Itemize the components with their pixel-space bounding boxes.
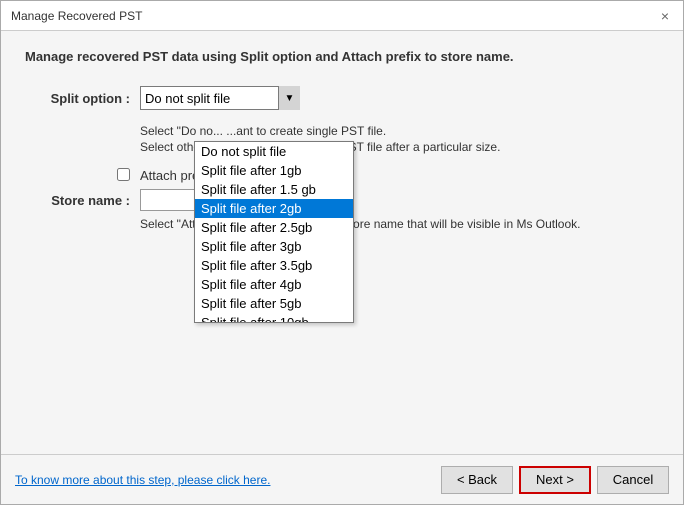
attach-prefix-checkbox[interactable]	[117, 168, 130, 181]
dropdown-item-9[interactable]: Split file after 10gb	[195, 313, 353, 322]
dialog-content: Manage recovered PST data using Split op…	[1, 31, 683, 454]
dropdown-item-8[interactable]: Split file after 5gb	[195, 294, 353, 313]
dialog: Manage Recovered PST × Manage recovered …	[0, 0, 684, 505]
next-button[interactable]: Next >	[519, 466, 591, 494]
split-option-row: Split option : ▼	[25, 86, 659, 110]
footer-buttons: < Back Next > Cancel	[441, 466, 669, 494]
dropdown-item-5[interactable]: Split file after 3gb	[195, 237, 353, 256]
close-button[interactable]: ×	[657, 8, 673, 24]
dropdown-item-0[interactable]: Do not split file	[195, 142, 353, 161]
dropdown-item-7[interactable]: Split file after 4gb	[195, 275, 353, 294]
cancel-button[interactable]: Cancel	[597, 466, 669, 494]
dropdown-scroll-area[interactable]: Do not split file Split file after 1gb S…	[195, 142, 353, 322]
dropdown-item-3[interactable]: Split file after 2gb	[195, 199, 353, 218]
attach-checkbox-wrap	[25, 168, 140, 181]
dialog-title: Manage Recovered PST	[11, 9, 142, 23]
split-select-input[interactable]	[140, 86, 300, 110]
footer: To know more about this step, please cli…	[1, 454, 683, 504]
back-button[interactable]: < Back	[441, 466, 513, 494]
split-dropdown: Do not split file Split file after 1gb S…	[194, 141, 354, 323]
dropdown-item-2[interactable]: Split file after 1.5 gb	[195, 180, 353, 199]
dropdown-item-6[interactable]: Split file after 3.5gb	[195, 256, 353, 275]
split-option-label: Split option :	[25, 91, 140, 106]
title-bar: Manage Recovered PST ×	[1, 1, 683, 31]
dropdown-item-1[interactable]: Split file after 1gb	[195, 161, 353, 180]
description-text: Manage recovered PST data using Split op…	[25, 49, 659, 64]
split-select-wrapper: ▼	[140, 86, 300, 110]
store-name-label: Store name :	[25, 193, 140, 208]
dropdown-item-4[interactable]: Split file after 2.5gb	[195, 218, 353, 237]
help-link[interactable]: To know more about this step, please cli…	[15, 473, 270, 487]
help-text-1: Select "Do no... ...ant to create single…	[140, 124, 659, 138]
